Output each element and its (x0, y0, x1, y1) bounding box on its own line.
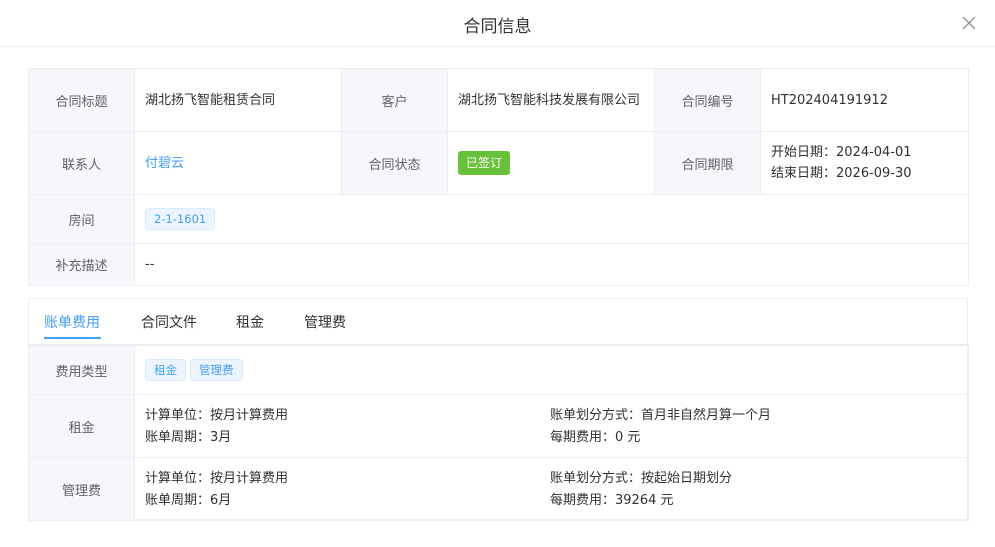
tab-management-fee[interactable]: 管理费 (304, 312, 346, 332)
tab-contract-files[interactable]: 合同文件 (141, 312, 197, 332)
contract-title-value: 湖北扬飞智能租赁合同 (134, 68, 342, 132)
fee-panel: 账单费用 合同文件 租金 管理费 费用类型 租金 管理费 租金 计算单位：按月计算… (28, 298, 969, 521)
end-date: 结束日期：2026-09-30 (771, 166, 912, 181)
room-label: 房间 (28, 194, 135, 244)
management-amount: 每期费用：39264 元 (550, 492, 674, 508)
start-date: 开始日期：2024-04-01 (771, 145, 912, 160)
customer-value: 湖北扬飞智能科技发展有限公司 (447, 68, 655, 132)
tab-bar: 账单费用 合同文件 租金 管理费 (29, 299, 967, 345)
dialog-title: 合同信息 (463, 17, 532, 37)
rent-label: 租金 (28, 394, 135, 458)
fee-type-label: 费用类型 (28, 345, 135, 395)
active-tab-indicator (44, 337, 101, 339)
close-icon[interactable] (959, 13, 979, 33)
management-fee-label: 管理费 (28, 457, 135, 521)
management-unit: 计算单位：按月计算费用 (145, 470, 289, 486)
contract-info-table: 合同标题 湖北扬飞智能租赁合同 客户 湖北扬飞智能科技发展有限公司 合同编号 H… (28, 68, 969, 286)
management-split: 账单划分方式：按起始日期划分 (550, 470, 733, 486)
rent-unit: 计算单位：按月计算费用 (145, 407, 289, 423)
dialog-header: 合同信息 (0, 0, 995, 47)
rent-split: 账单划分方式：首月非自然月算一个月 (550, 407, 772, 423)
tab-rent[interactable]: 租金 (236, 312, 264, 332)
contract-title-label: 合同标题 (28, 68, 135, 132)
remark-value: -- (134, 243, 969, 286)
contract-term-label: 合同期限 (654, 131, 761, 195)
contract-status-label: 合同状态 (341, 131, 448, 195)
fee-type-tag-management: 管理费 (190, 359, 243, 381)
rent-amount: 每期费用：0 元 (550, 429, 641, 445)
contract-number-value: HT202404191912 (760, 68, 969, 132)
status-badge: 已签订 (458, 151, 511, 175)
fee-row-management: 管理费 计算单位：按月计算费用 账单划分方式：按起始日期划分 账单周期：6月 每… (28, 457, 969, 521)
fee-type-tag-rent: 租金 (145, 359, 186, 381)
room-tag: 2-1-1601 (145, 208, 216, 230)
fee-table: 费用类型 租金 管理费 租金 计算单位：按月计算费用 账单划分方式：首月非自然月算… (28, 345, 969, 521)
fee-row-rent: 租金 计算单位：按月计算费用 账单划分方式：首月非自然月算一个月 账单周期：3月… (28, 394, 969, 458)
contact-link[interactable]: 付碧云 (145, 156, 184, 171)
rent-period: 账单周期：3月 (145, 429, 232, 445)
customer-label: 客户 (341, 68, 448, 132)
contact-label: 联系人 (28, 131, 135, 195)
remark-label: 补充描述 (28, 243, 135, 286)
tab-bill-fees[interactable]: 账单费用 (44, 312, 100, 332)
management-period: 账单周期：6月 (145, 492, 232, 508)
contract-number-label: 合同编号 (654, 68, 761, 132)
